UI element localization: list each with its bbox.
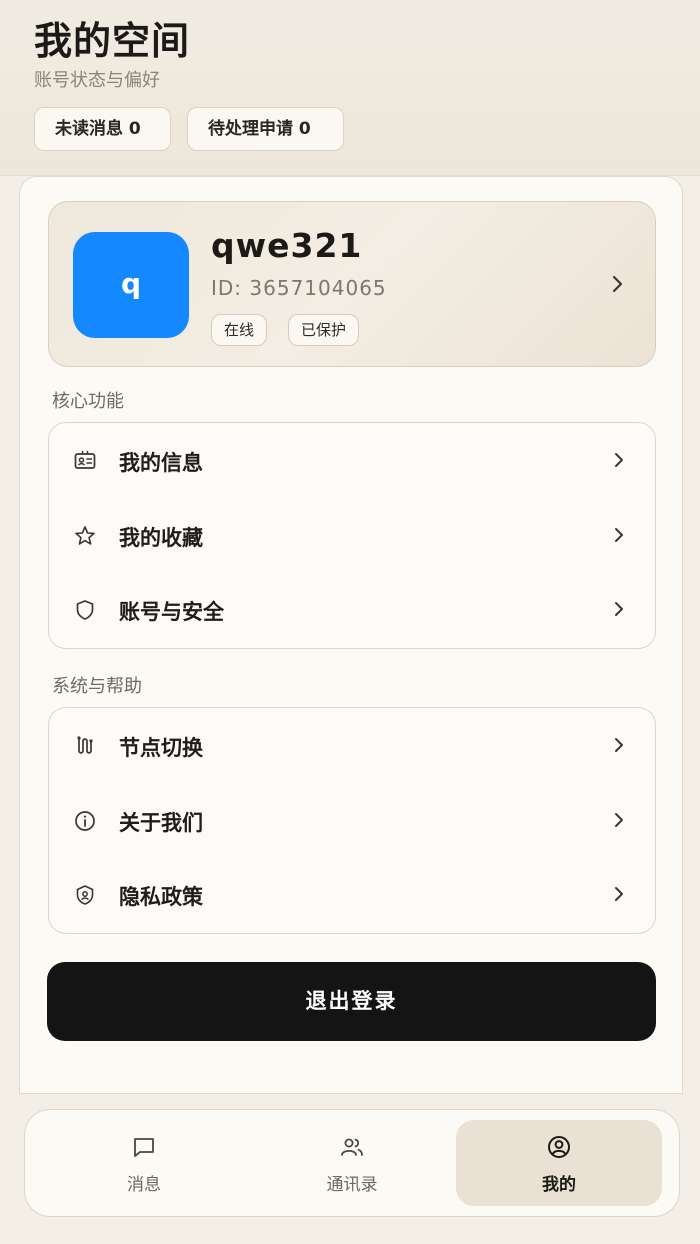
tab-messages[interactable]: 消息 [41,1120,247,1206]
menu-item-favorites[interactable]: 我的收藏 [49,498,655,573]
header: 我的空间 账号状态与偏好 未读消息 0 待处理申请 0 [0,0,700,176]
chevron-right-icon [615,453,623,467]
contacts-icon [341,1138,363,1156]
chevron-right-icon [615,738,623,752]
system-menu: 节点切换 关于我们 隐私政策 [48,707,656,934]
menu-item-label: 关于我们 [119,810,203,835]
unread-messages-chip[interactable]: 未读消息 0 [34,107,171,151]
core-menu: 我的信息 我的收藏 账号与安全 [48,422,656,649]
tab-label: 通讯录 [326,1175,378,1195]
menu-item-label: 节点切换 [119,736,203,760]
logout-button[interactable]: 退出登录 [47,962,656,1041]
profile-card[interactable]: q qwe321 ID: 3657104065 在线 已保护 [48,201,656,367]
main-panel: q qwe321 ID: 3657104065 在线 已保护 核心功能 我的信息 [19,176,683,1094]
page-title: 我的空间 [34,19,191,63]
menu-item-node-switch[interactable]: 节点切换 [49,708,655,783]
tab-label: 我的 [542,1175,576,1195]
chevron-right-icon [612,275,623,293]
tab-me[interactable]: 我的 [456,1120,662,1206]
message-icon [134,1138,154,1157]
pending-requests-chip[interactable]: 待处理申请 0 [187,107,344,151]
menu-item-account-security[interactable]: 账号与安全 [49,572,655,647]
menu-item-label: 我的收藏 [119,525,203,550]
section-label-system: 系统与帮助 [52,676,142,697]
tab-contacts[interactable]: 通讯录 [249,1120,455,1206]
status-badge-online: 在线 [211,314,268,346]
user-circle-icon [548,1136,570,1158]
page-subtitle: 账号状态与偏好 [34,70,160,91]
menu-item-label: 我的信息 [119,451,203,475]
status-badge-protected: 已保护 [288,314,360,346]
shield-icon [76,600,94,620]
info-icon [75,810,95,831]
menu-item-label: 账号与安全 [119,600,224,624]
section-label-core: 核心功能 [52,391,124,412]
chevron-right-icon [615,812,623,827]
bottom-tab-bar: 消息 通讯录 我的 [24,1109,680,1217]
privacy-shield-icon [76,885,94,905]
user-id: ID: 3657104065 [211,276,387,300]
tab-label: 消息 [127,1175,161,1195]
star-icon [75,525,95,545]
route-icon [77,736,93,754]
menu-item-privacy-policy[interactable]: 隐私政策 [49,857,655,932]
chevron-right-icon [615,602,623,616]
menu-item-label: 隐私政策 [119,885,203,909]
username: qwe321 [211,226,363,265]
menu-item-about-us[interactable]: 关于我们 [49,783,655,858]
avatar: q [73,232,189,338]
id-card-icon [74,450,96,469]
chevron-right-icon [615,887,623,901]
chevron-right-icon [615,527,623,542]
menu-item-my-info[interactable]: 我的信息 [49,423,655,498]
